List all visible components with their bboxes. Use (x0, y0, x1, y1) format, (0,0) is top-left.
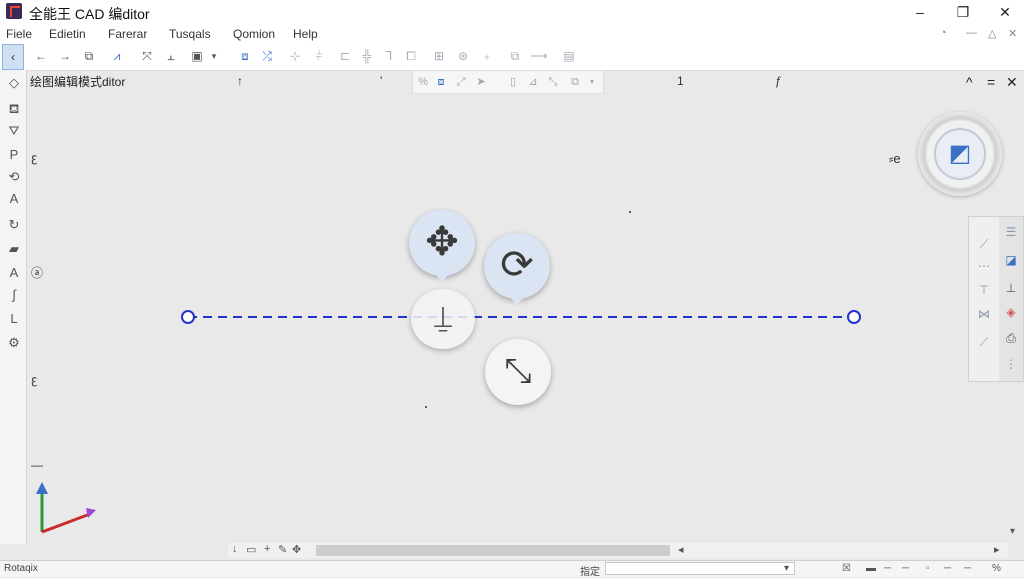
rotate-gizmo-button[interactable]: ⟳ (484, 233, 550, 305)
pan-icon[interactable]: ✥ (292, 543, 301, 556)
scrollbar-thumb[interactable] (316, 545, 670, 556)
status-prompt: Rotaqix (4, 563, 38, 574)
grid-toggle-icon[interactable]: ▬ (866, 563, 876, 574)
scroll-down-icon[interactable]: ▾ (1010, 526, 1015, 537)
scale-gizmo-button[interactable]: ⤡ (485, 339, 551, 405)
horizontal-scrollbar[interactable]: ↓ ▭ + ✎ ✥ ◂ ▸ (228, 543, 1008, 558)
scroll-left-icon[interactable]: ◂ (678, 543, 684, 556)
ortho-toggle-icon[interactable]: ─ (884, 563, 891, 574)
command-input[interactable] (605, 562, 795, 575)
base-point-gizmo[interactable]: ⍊ (411, 289, 475, 349)
dropdown-chevron-icon[interactable]: ▾ (784, 563, 789, 574)
layout-tab-icon[interactable]: ▭ (246, 543, 256, 556)
snap-toggle-icon[interactable]: ☒ (842, 563, 851, 574)
otrack-toggle-icon[interactable]: ─ (944, 563, 951, 574)
status-bar: Rotaqix 指定 ▾ ☒ ▬ ─ ─ ▫ ─ ─ % (0, 560, 1024, 578)
lineweight-toggle-icon[interactable]: ─ (964, 563, 971, 574)
end-grip-handle[interactable] (847, 310, 861, 324)
zoom-percent[interactable]: % (992, 563, 1001, 574)
osnap-toggle-icon[interactable]: ▫ (926, 563, 930, 574)
start-grip-handle[interactable] (181, 310, 195, 324)
polar-toggle-icon[interactable]: ─ (902, 563, 909, 574)
move-gizmo-button[interactable]: ✥ (409, 210, 475, 282)
scroll-right-icon[interactable]: ▸ (994, 543, 1000, 556)
pencil-icon[interactable]: ✎ (278, 543, 287, 556)
ucs-axis-icon (36, 482, 96, 534)
add-icon[interactable]: + (264, 543, 270, 555)
down-arrow-icon[interactable]: ↓ (232, 543, 238, 555)
